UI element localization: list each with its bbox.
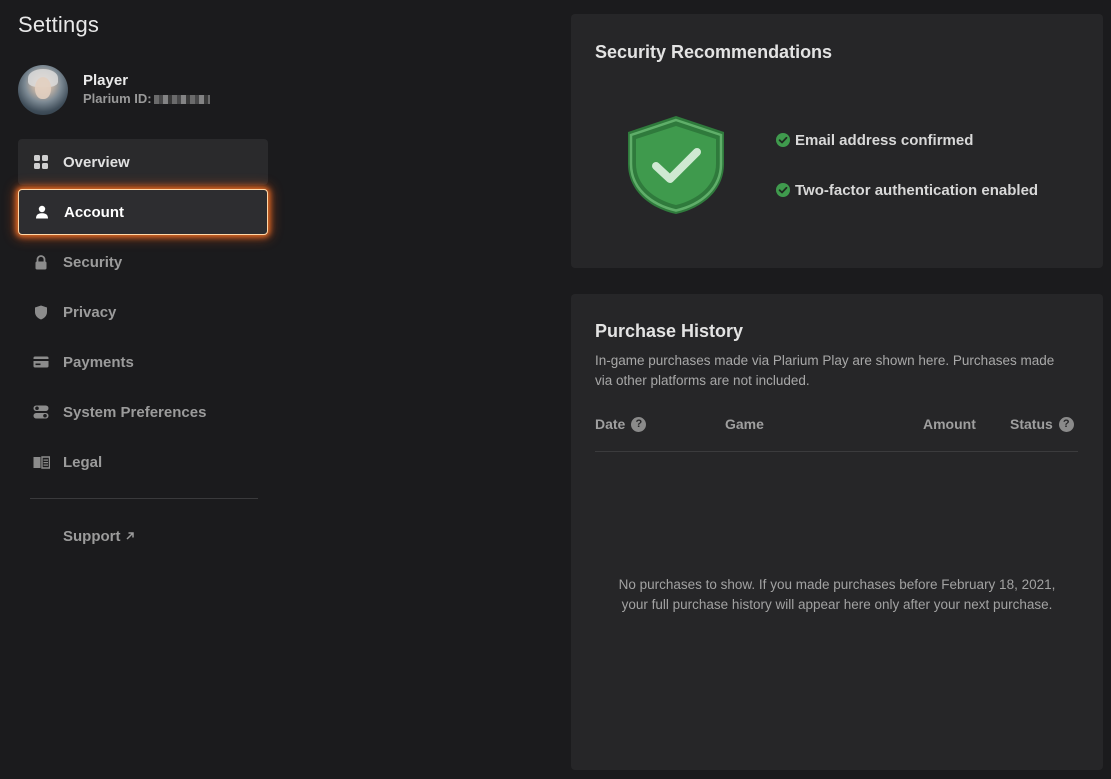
profile-text: Player Plarium ID: — [83, 72, 210, 108]
sidebar-divider — [30, 498, 258, 499]
column-amount: Amount — [923, 416, 976, 432]
support-label: Support — [63, 528, 121, 545]
security-check-list: Email address confirmed Two-factor authe… — [776, 130, 1038, 230]
check-email-confirmed: Email address confirmed — [776, 130, 1038, 150]
column-status-label: Status — [1010, 416, 1053, 432]
purchase-history-card: Purchase History In-game purchases made … — [571, 294, 1103, 770]
column-status: Status ? — [1010, 416, 1074, 432]
sidebar-item-overview[interactable]: Overview — [18, 139, 268, 185]
column-amount-label: Amount — [923, 416, 976, 432]
sidebar-item-legal[interactable]: Legal — [18, 439, 268, 485]
sidebar-item-account[interactable]: Account — [18, 189, 268, 235]
sidebar-item-label: Overview — [63, 153, 130, 171]
help-icon[interactable]: ? — [631, 416, 647, 432]
check-label: Email address confirmed — [795, 131, 974, 149]
purchase-title: Purchase History — [595, 321, 744, 341]
shield-check-icon — [625, 114, 727, 216]
security-title: Security Recommendations — [595, 42, 833, 62]
sidebar-item-payments[interactable]: Payments — [18, 339, 268, 385]
sidebar-nav: Overview Account Security Privacy Paymen… — [18, 139, 268, 489]
book-icon — [32, 453, 50, 471]
help-icon[interactable]: ? — [1058, 416, 1074, 432]
sidebar-item-label: Legal — [63, 453, 103, 471]
column-date: Date ? — [595, 416, 647, 432]
table-divider — [595, 451, 1078, 452]
credit-card-icon — [32, 353, 50, 371]
avatar[interactable] — [18, 65, 68, 115]
support-link[interactable]: Support — [63, 528, 135, 545]
external-link-icon — [125, 530, 135, 544]
sidebar-item-label: Payments — [63, 353, 134, 371]
purchase-table-header: Date ? Game Amount Status ? — [595, 416, 1078, 436]
check-circle-icon — [776, 183, 790, 197]
player-name: Player — [83, 72, 129, 89]
check-circle-icon — [776, 133, 790, 147]
shield-icon — [32, 303, 50, 321]
column-game-label: Game — [725, 416, 764, 432]
purchase-description: In-game purchases made via Plarium Play … — [595, 353, 1055, 388]
sidebar-item-label: Privacy — [63, 303, 117, 321]
plarium-id-label: Plarium ID: — [83, 91, 152, 106]
sidebar-item-label: Account — [64, 203, 124, 221]
profile: Player Plarium ID: — [18, 64, 210, 116]
check-label: Two-factor authentication enabled — [795, 181, 1039, 199]
toggles-icon — [32, 403, 50, 421]
lock-icon — [32, 253, 50, 271]
sidebar-item-security[interactable]: Security — [18, 239, 268, 285]
sidebar-item-label: Security — [63, 253, 123, 271]
column-game: Game — [725, 416, 764, 432]
user-icon — [33, 203, 51, 221]
sidebar-item-system-preferences[interactable]: System Preferences — [18, 389, 268, 435]
column-date-label: Date — [595, 416, 626, 432]
empty-state-message: No purchases to show. If you made purcha… — [618, 577, 1056, 612]
page-title: Settings — [18, 12, 100, 37]
check-2fa-enabled: Two-factor authentication enabled — [776, 180, 1038, 200]
security-recommendations-card: Security Recommendations Email address c… — [571, 14, 1103, 268]
sidebar-item-label: System Preferences — [63, 403, 207, 421]
plarium-id-masked-value — [153, 94, 210, 104]
sidebar-item-privacy[interactable]: Privacy — [18, 289, 268, 335]
plarium-id: Plarium ID: — [83, 90, 210, 108]
sidebar: Settings Player Plarium ID: Overview Acc… — [0, 0, 290, 779]
grid-icon — [32, 153, 50, 171]
